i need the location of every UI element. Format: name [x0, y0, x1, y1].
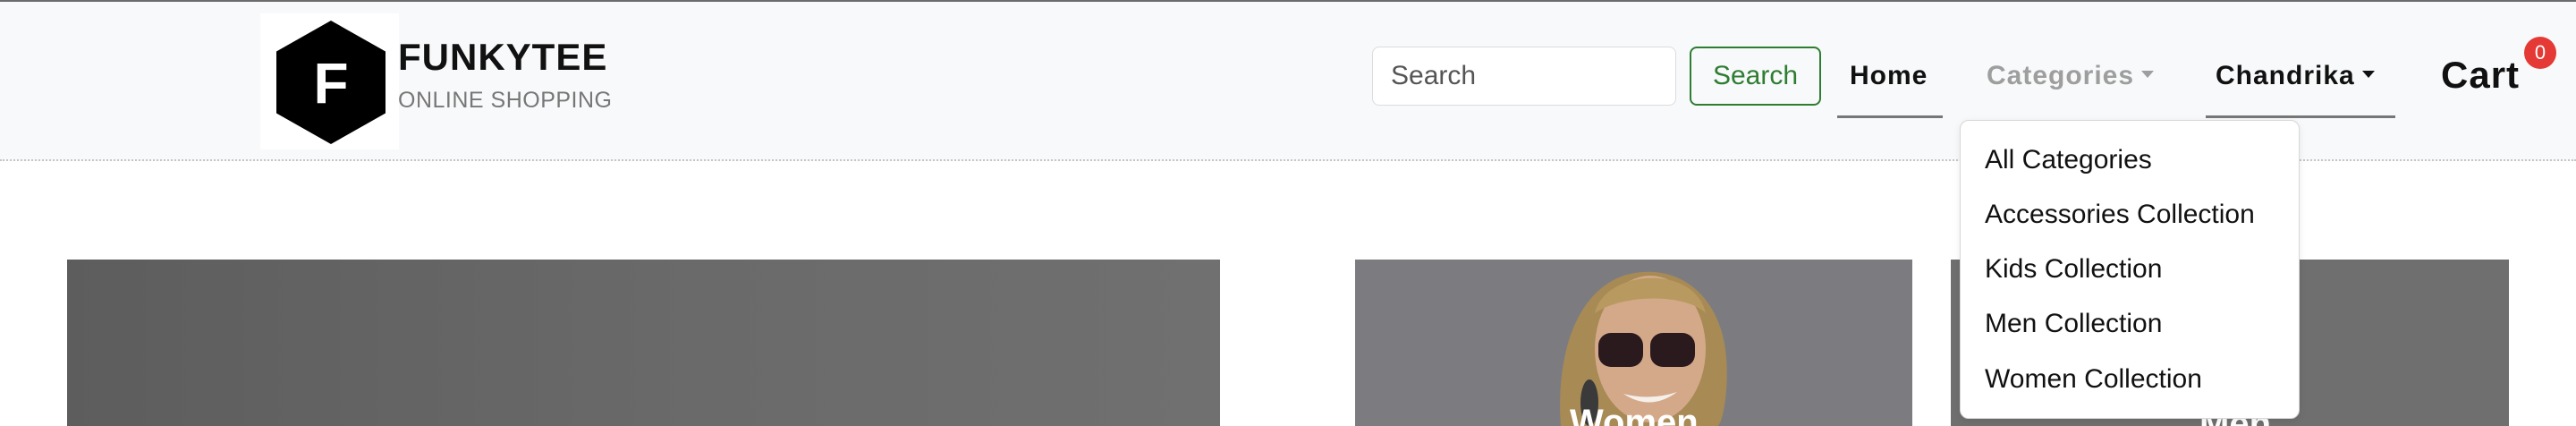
nav-categories-dropdown[interactable]: Categories [1987, 61, 2155, 91]
logo-initial: F [313, 51, 348, 115]
brand-name: FUNKYTEE [398, 36, 608, 78]
cart-link[interactable]: Cart [2441, 54, 2520, 97]
search-button[interactable]: Search [1690, 47, 1821, 106]
women-card-title: Women [1570, 403, 1699, 426]
brand-logo[interactable]: F [260, 13, 399, 149]
cart-count-badge: 0 [2524, 37, 2556, 69]
nav-home-link[interactable]: Home [1850, 61, 1928, 91]
menu-item-all-categories[interactable]: All Categories [1985, 145, 2152, 175]
menu-item-women-collection[interactable]: Women Collection [1985, 364, 2202, 395]
women-collection-card[interactable]: Women [1355, 260, 1912, 426]
search-input[interactable] [1372, 47, 1676, 106]
hexagon-logo-icon: F [276, 21, 386, 144]
women-photo [1355, 260, 1912, 426]
chevron-down-icon [2361, 71, 2375, 79]
nav-user-dropdown[interactable]: Chandrika [2216, 61, 2375, 91]
chevron-down-icon [2141, 71, 2155, 79]
nav-categories-label: Categories [1987, 61, 2135, 90]
hero-banner-card[interactable] [67, 260, 1220, 426]
nav-user-underline [2206, 115, 2395, 118]
menu-item-men-collection[interactable]: Men Collection [1985, 309, 2162, 339]
menu-item-kids-collection[interactable]: Kids Collection [1985, 254, 2162, 285]
categories-dropdown-menu: All Categories Accessories Collection Ki… [1960, 120, 2300, 419]
nav-user-label: Chandrika [2216, 61, 2355, 90]
menu-item-accessories-collection[interactable]: Accessories Collection [1985, 200, 2255, 230]
brand-tagline: ONLINE SHOPPING [398, 88, 613, 113]
nav-home-underline [1837, 115, 1943, 118]
